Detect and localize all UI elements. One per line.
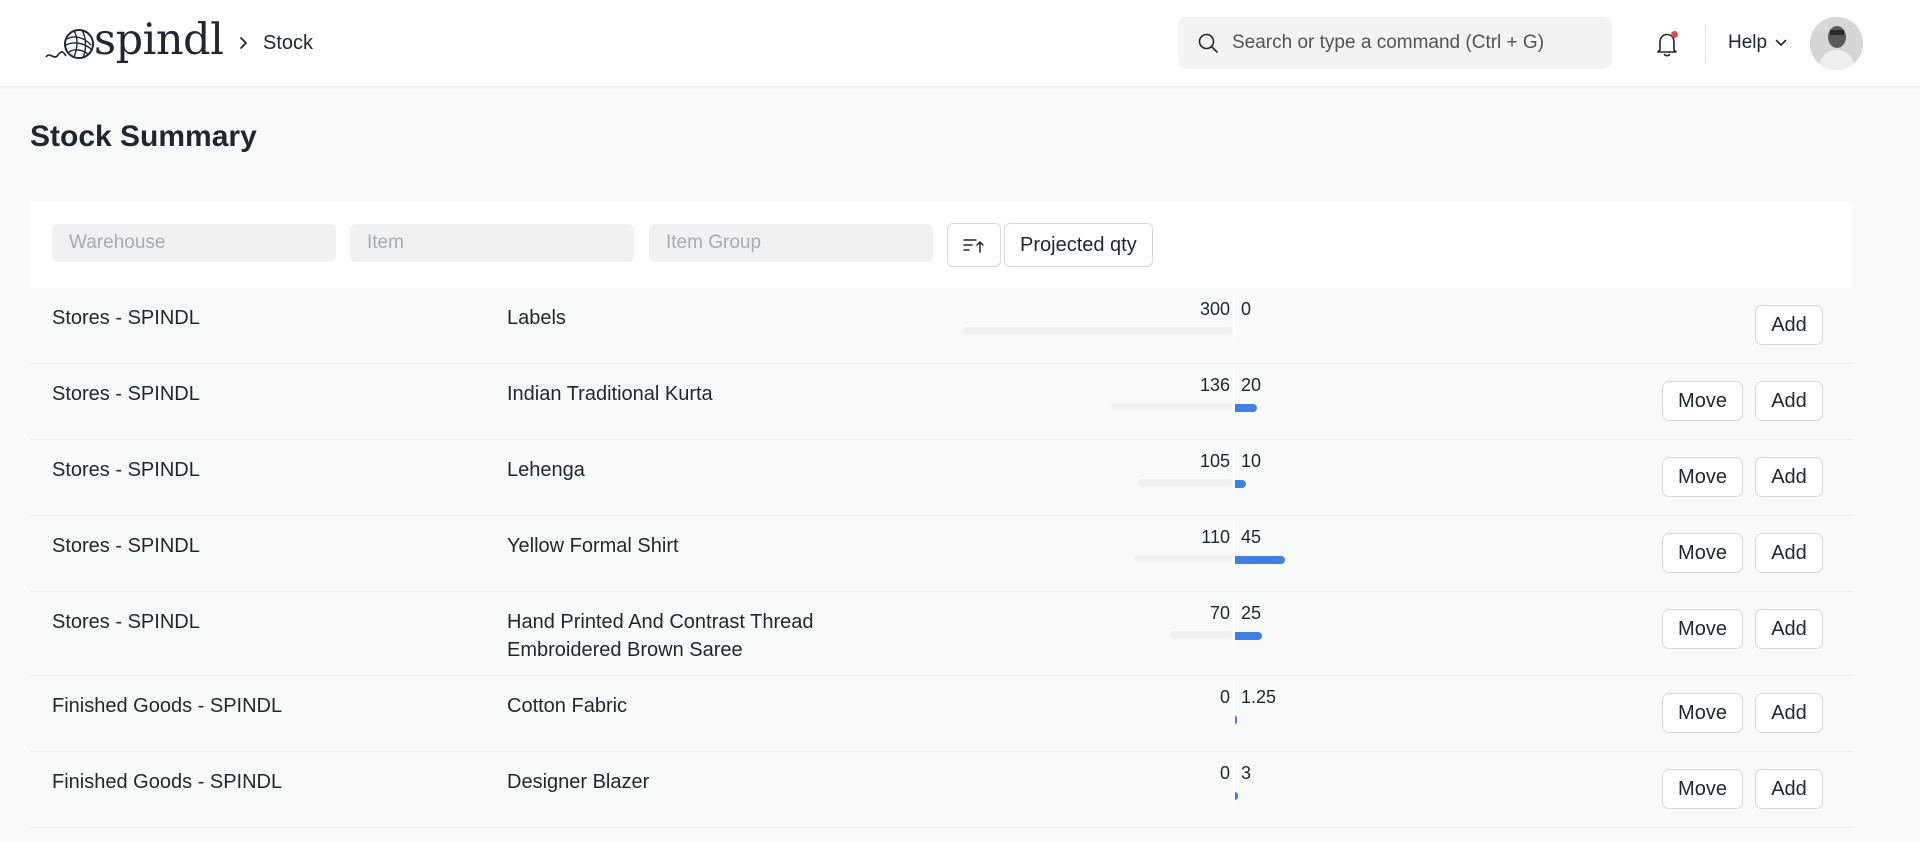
add-button[interactable]: Add <box>1755 305 1823 345</box>
sort-order-button[interactable] <box>947 223 1001 267</box>
actual-qty-value: 0 <box>1219 763 1230 783</box>
projected-qty-value: 1.25 <box>1241 687 1277 707</box>
help-dropdown[interactable]: Help <box>1728 32 1787 54</box>
stock-row: Stores - SPINDL Labels 300 0 Add <box>30 288 1852 364</box>
move-button[interactable]: Move <box>1662 381 1743 421</box>
projected-qty-value: 25 <box>1241 603 1262 623</box>
projected-qty-value: 45 <box>1241 527 1262 547</box>
filter-bar: Projected qty <box>30 202 1852 288</box>
global-search[interactable] <box>1178 17 1612 69</box>
item-cell[interactable]: Hand Printed And Contrast Thread Embroid… <box>507 608 867 664</box>
warehouse-cell[interactable]: Stores - SPINDL <box>52 535 200 558</box>
stock-summary-card: Projected qty Stores - SPINDLLabels3000A… <box>30 202 1852 842</box>
brand-name: spindl <box>94 14 224 65</box>
add-button[interactable]: Add <box>1755 457 1823 497</box>
projected-qty-value: 20 <box>1241 375 1262 395</box>
projected-qty-value: 10 <box>1241 451 1262 471</box>
user-avatar[interactable] <box>1810 17 1863 70</box>
actual-qty-value: 105 <box>1199 451 1230 471</box>
move-button[interactable]: Move <box>1662 609 1743 649</box>
actual-qty-bar <box>1170 631 1233 638</box>
brand-logo[interactable]: spindl <box>44 14 224 68</box>
stock-row: Stores - SPINDL Yellow Formal Shirt 110 45 M… <box>30 516 1852 592</box>
avatar-image <box>1810 17 1863 70</box>
stock-row: Finished Goods - SPINDL Designer Blazer 0 3… <box>30 752 1852 828</box>
search-input[interactable] <box>1232 32 1592 54</box>
chevron-down-icon <box>1775 39 1787 46</box>
item-cell[interactable]: Cotton Fabric <box>507 692 867 720</box>
move-button[interactable]: Move <box>1662 457 1743 497</box>
item-cell[interactable]: Indian Traditional Kurta <box>507 380 867 408</box>
breadcrumb-stock[interactable]: Stock <box>263 32 313 55</box>
search-icon <box>1198 33 1218 53</box>
bar-divider <box>1233 296 1235 338</box>
add-button[interactable]: Add <box>1755 693 1823 733</box>
item-filter[interactable] <box>350 224 634 262</box>
add-button[interactable]: Add <box>1755 609 1823 649</box>
actual-qty-value: 70 <box>1209 603 1230 623</box>
projected-qty-bar <box>1235 404 1257 412</box>
projected-qty-bar <box>1235 480 1246 488</box>
stock-row: Stores - SPINDL Lehenga 105 10 Move Add <box>30 440 1852 516</box>
actual-qty-bar <box>1134 555 1233 562</box>
stock-row: Stores - SPINDL Indian Traditional Kurta 1… <box>30 364 1852 440</box>
projected-qty-bar <box>1235 716 1237 724</box>
yarn-ball-icon <box>45 29 94 59</box>
warehouse-cell[interactable]: Stores - SPINDL <box>52 459 200 482</box>
chevron-right-icon <box>240 37 247 49</box>
item-group-filter[interactable] <box>649 224 933 262</box>
actual-qty-value: 0 <box>1219 687 1230 707</box>
item-cell[interactable]: Designer Blazer <box>507 768 867 796</box>
divider <box>1705 25 1706 63</box>
warehouse-filter[interactable] <box>52 224 336 262</box>
add-button[interactable]: Add <box>1755 769 1823 809</box>
projected-qty-bar <box>1235 556 1285 564</box>
page-title: Stock Summary <box>30 120 257 153</box>
move-button[interactable]: Move <box>1662 533 1743 573</box>
stock-row: Finished Goods - SPINDL Cotton Fabric 0 1.2… <box>30 676 1852 752</box>
stock-list: Stores - SPINDL Labels 300 0 Add Stores - SPI… <box>30 288 1852 828</box>
actual-qty-bar <box>1111 403 1233 410</box>
stock-row: Stores - SPINDL Hand Printed And Contrast… <box>30 592 1852 676</box>
projected-qty-value: 0 <box>1241 299 1252 319</box>
item-cell[interactable]: Labels <box>507 304 867 332</box>
help-label: Help <box>1728 32 1768 53</box>
notifications-button[interactable] <box>1654 30 1680 58</box>
warehouse-cell[interactable]: Stores - SPINDL <box>52 383 200 406</box>
actual-qty-bar <box>1138 479 1233 486</box>
add-button[interactable]: Add <box>1755 381 1823 421</box>
top-navbar: spindl Stock Help <box>0 0 1920 87</box>
warehouse-cell[interactable]: Stores - SPINDL <box>52 307 200 330</box>
warehouse-cell[interactable]: Finished Goods - SPINDL <box>52 771 282 794</box>
warehouse-cell[interactable]: Stores - SPINDL <box>52 611 200 634</box>
actual-qty-bar <box>963 327 1233 334</box>
item-cell[interactable]: Lehenga <box>507 456 867 484</box>
actual-qty-value: 110 <box>1201 527 1230 547</box>
actual-qty-value: 300 <box>1199 299 1230 319</box>
item-cell[interactable]: Yellow Formal Shirt <box>507 532 867 560</box>
move-button[interactable]: Move <box>1662 769 1743 809</box>
projected-qty-bar <box>1235 792 1238 800</box>
projected-qty-bar <box>1235 632 1262 640</box>
sort-by-projected-qty[interactable]: Projected qty <box>1004 223 1153 267</box>
projected-qty-value: 3 <box>1241 763 1252 783</box>
actual-qty-value: 136 <box>1199 375 1230 395</box>
move-button[interactable]: Move <box>1662 693 1743 733</box>
sort-ascending-icon <box>963 239 984 253</box>
warehouse-cell[interactable]: Finished Goods - SPINDL <box>52 695 282 718</box>
add-button[interactable]: Add <box>1755 533 1823 573</box>
notification-dot <box>1671 31 1678 38</box>
